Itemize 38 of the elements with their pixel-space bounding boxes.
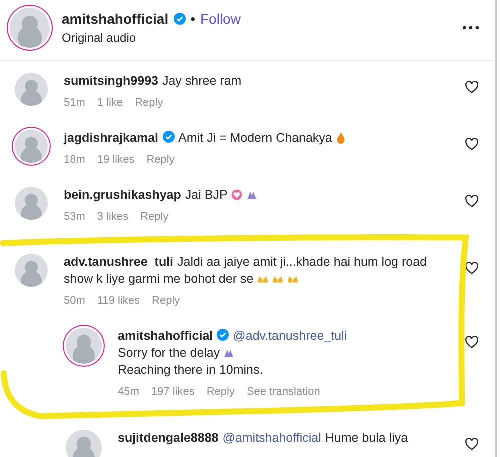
reply-link[interactable]: Reply <box>152 295 180 307</box>
separator-dot: • <box>190 11 196 27</box>
likes-count[interactable]: 119 likes <box>97 295 140 307</box>
comment-time: 50m <box>64 295 86 307</box>
like-heart-icon[interactable] <box>465 262 479 275</box>
username[interactable]: amitshahofficial <box>62 11 169 27</box>
likes-count[interactable]: 1 like <box>97 97 124 109</box>
reply-link[interactable]: Reply <box>135 97 164 109</box>
audio-label[interactable]: Original audio <box>62 31 451 45</box>
reply-link[interactable]: Reply <box>146 154 175 166</box>
comment-time: 53m <box>64 211 86 223</box>
comment-text: jagdishrajkamal Amit Ji = Modern Chanakya <box>64 130 449 147</box>
see-translation-link[interactable]: See translation <box>246 386 320 398</box>
like-heart-icon[interactable] <box>465 81 479 94</box>
follow-link[interactable]: Follow <box>200 11 241 27</box>
likes-count[interactable]: 3 likes <box>97 211 129 223</box>
likes-count[interactable]: 197 likes <box>151 386 195 398</box>
user-avatar[interactable] <box>15 130 48 163</box>
comment-time: 45m <box>118 386 140 398</box>
more-options-icon[interactable] <box>463 26 479 30</box>
comment-text: sumitsingh9993 Jay shree ram <box>64 73 243 90</box>
heart-emoji-icon <box>230 189 243 201</box>
comment-text: adv.tanushree_tuli Jaldi aa jaiye amit ji...khade hai hum log road show k liye garmi me bohot der se <box>64 254 428 288</box>
profile-avatar[interactable] <box>10 8 50 48</box>
reply-link[interactable]: Reply <box>206 386 235 398</box>
like-heart-icon[interactable] <box>465 438 479 451</box>
fire-icon <box>335 132 348 144</box>
comment-time: 51m <box>64 97 86 109</box>
likes-count[interactable]: 19 likes <box>97 154 135 166</box>
comment-text: bein.grushikashyap Jai BJP <box>64 187 449 204</box>
like-heart-icon[interactable] <box>465 138 479 151</box>
user-avatar[interactable] <box>66 328 102 364</box>
comment-time: 18m <box>64 154 86 166</box>
reply-link[interactable]: Reply <box>140 211 169 223</box>
comment-text: sujitdengale8888 @amitshahofficial Hume bula liya <box>118 430 410 447</box>
comment-text: amitshahofficial @adv.tanushree_tuli Sorry for the delay Reaching there in 10mins. <box>118 328 348 379</box>
like-heart-icon[interactable] <box>465 336 479 349</box>
like-heart-icon[interactable] <box>465 195 479 208</box>
